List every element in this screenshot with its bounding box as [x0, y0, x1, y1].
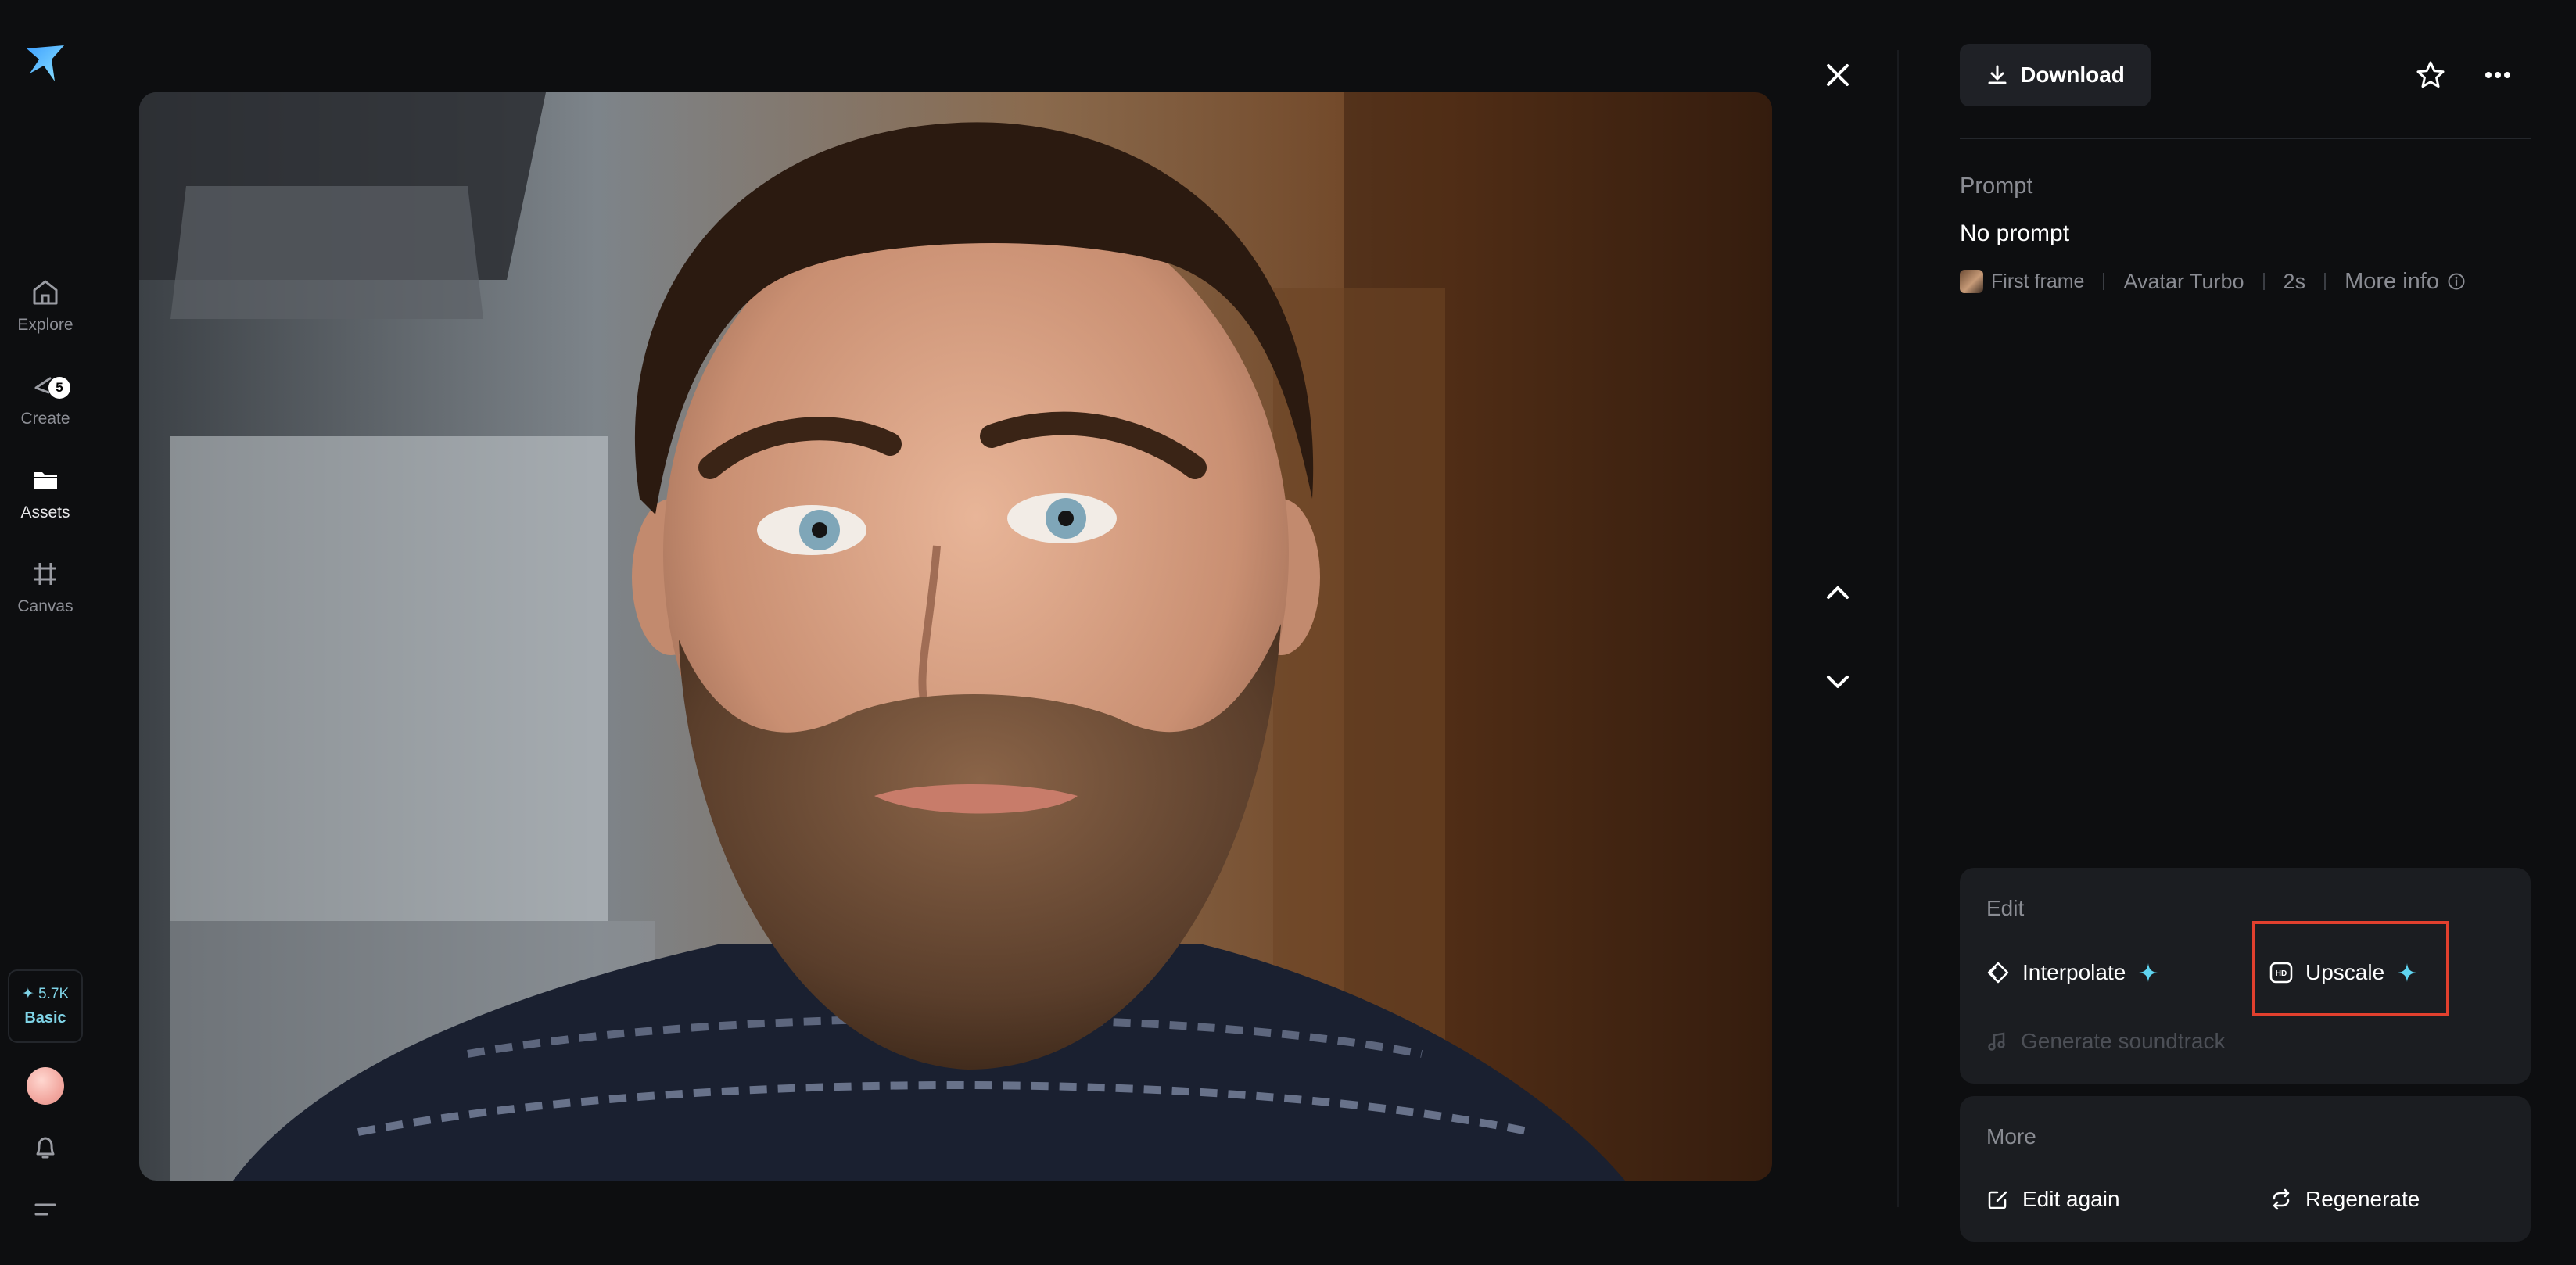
meta-separator — [2103, 273, 2105, 290]
sidebar-item-canvas[interactable]: Canvas — [0, 557, 91, 635]
sidebar-item-create[interactable]: 5 Create — [0, 369, 91, 447]
refresh-icon — [2269, 1188, 2293, 1211]
generate-soundtrack-label: Generate soundtrack — [2021, 1029, 2226, 1053]
regenerate-button[interactable]: Regenerate — [2269, 1187, 2420, 1212]
meta-separator — [2324, 273, 2327, 290]
generate-soundtrack-button[interactable]: Generate soundtrack — [1986, 1029, 2226, 1054]
edit-icon — [1986, 1188, 2010, 1211]
plan-label: Basic — [24, 1009, 66, 1027]
chevron-down-icon[interactable] — [1813, 657, 1863, 707]
download-button[interactable]: Download — [1960, 44, 2151, 106]
interpolate-icon — [1986, 961, 2010, 984]
regenerate-label: Regenerate — [2305, 1187, 2420, 1211]
bell-icon[interactable] — [28, 1131, 63, 1165]
avatar[interactable] — [27, 1067, 64, 1105]
create-count-badge: 5 — [48, 377, 70, 399]
header-divider — [1960, 138, 2531, 139]
duration-label: 2s — [2283, 269, 2306, 293]
first-frame-label: First frame — [1991, 270, 2085, 292]
sidebar-item-label: Canvas — [17, 597, 74, 615]
edit-card-title: Edit — [1986, 896, 2025, 920]
star-icon[interactable] — [2406, 50, 2456, 100]
sidebar-item-label: Create — [20, 410, 70, 428]
more-card-title: More — [1986, 1124, 2036, 1149]
home-icon — [28, 275, 63, 310]
folder-icon — [28, 463, 63, 497]
sidebar-item-label: Explore — [17, 316, 74, 334]
more-card: More Edit again Regenerate — [1960, 1096, 2531, 1242]
upscale-highlight-box — [2252, 921, 2449, 1016]
credits-value: ✦ 5.7K — [21, 986, 70, 1002]
download-icon — [1986, 63, 2009, 87]
more-info-label: More info — [2345, 268, 2439, 294]
prompt-text: No prompt — [1960, 220, 2070, 246]
download-label: Download — [2020, 63, 2125, 87]
prompt-heading: Prompt — [1960, 174, 2033, 199]
music-note-icon — [1986, 1030, 2008, 1052]
model-label: Avatar Turbo — [2123, 269, 2244, 293]
chevron-up-icon[interactable] — [1813, 568, 1863, 618]
media-preview-image[interactable] — [139, 92, 1772, 1181]
sidebar-item-label: Assets — [20, 503, 70, 521]
app-logo-icon[interactable] — [23, 42, 67, 84]
generation-meta: First frame Avatar Turbo 2s More info — [1960, 267, 2466, 296]
grid-hash-icon — [28, 557, 63, 591]
sidebar-item-assets[interactable]: Assets — [0, 463, 91, 541]
credits-badge[interactable]: ✦ 5.7K Basic — [8, 969, 83, 1043]
sparkle-create-icon: 5 — [28, 369, 70, 403]
sidebar-item-explore[interactable]: Explore — [0, 275, 91, 353]
first-frame-thumbnail — [1960, 270, 1983, 293]
interpolate-label: Interpolate — [2022, 960, 2126, 984]
more-info-link[interactable]: More info — [2345, 269, 2466, 295]
edit-again-button[interactable]: Edit again — [1986, 1187, 2120, 1212]
interpolate-button[interactable]: Interpolate — [1986, 960, 2158, 985]
menu-icon[interactable] — [30, 1194, 61, 1225]
edit-again-label: Edit again — [2022, 1187, 2120, 1211]
sparkle-icon — [2138, 962, 2158, 983]
more-options-icon[interactable] — [2473, 50, 2523, 100]
info-icon — [2447, 272, 2466, 291]
meta-separator — [2262, 273, 2265, 290]
panel-divider — [1897, 50, 1899, 1207]
left-rail: Explore 5 Create Assets Canvas ✦ 5.7K Ba… — [0, 0, 91, 1265]
close-icon[interactable] — [1813, 50, 1863, 100]
